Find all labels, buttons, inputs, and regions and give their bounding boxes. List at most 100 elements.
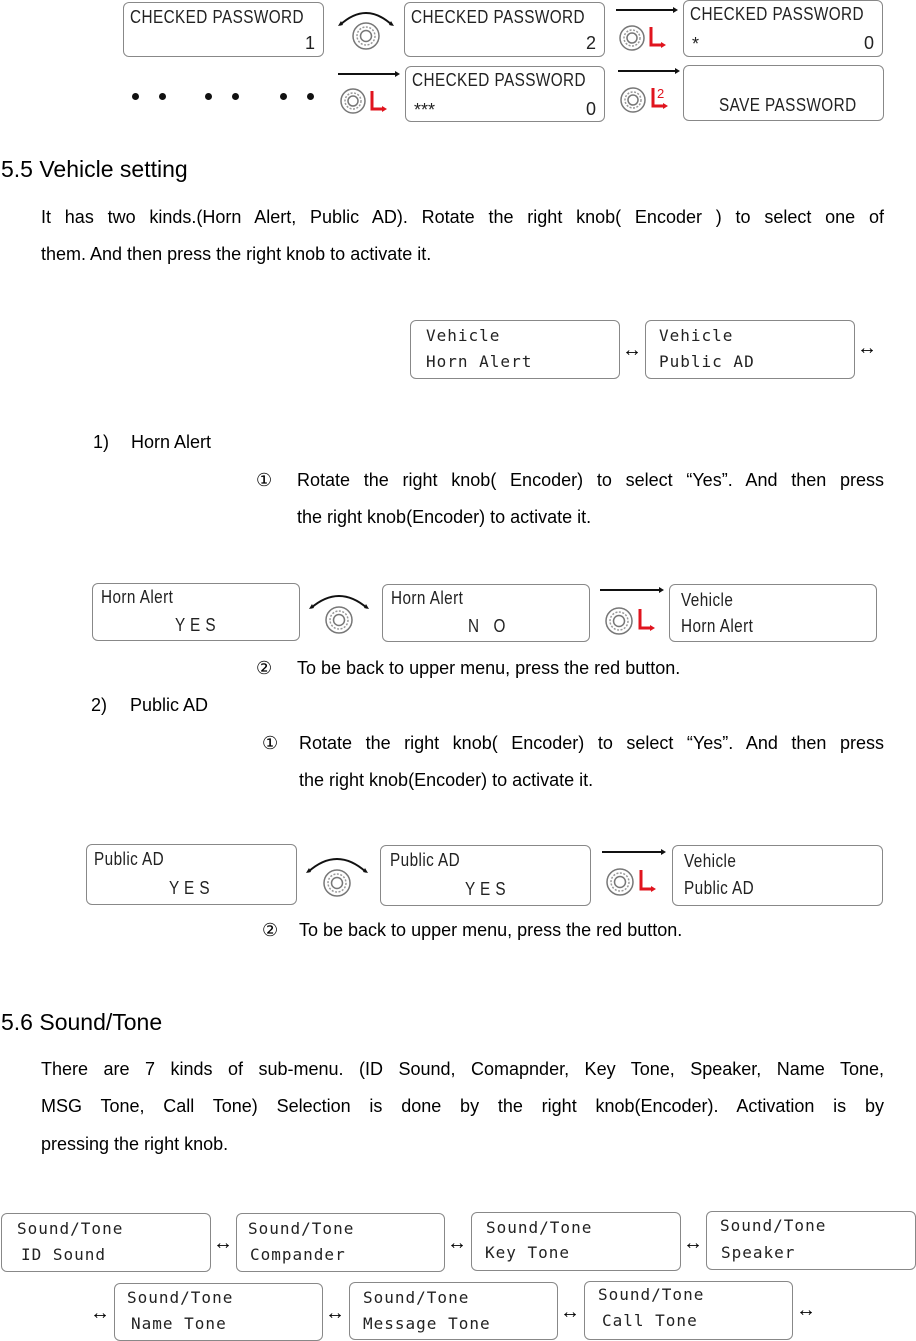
lcd-line2: SAVE PASSWORD — [719, 95, 857, 115]
cycle-arrow-icon: ↔ — [560, 1301, 580, 1323]
lcd-line1: Public AD — [390, 850, 461, 870]
lcd-screen-sound-tone-call-tone: Sound/Tone Call Tone — [584, 1281, 793, 1340]
lcd-screen-public-ad-yes-2: Public AD Y E S — [380, 845, 591, 906]
lcd-line1: Vehicle — [659, 326, 734, 345]
lcd-line2: Y E S — [175, 615, 216, 635]
paragraph-line: pressing the right knob. — [41, 1134, 229, 1154]
lcd-screen-horn-alert-no: Horn Alert N O — [382, 584, 590, 642]
paragraph-line: the right knob(Encoder) to activate it. — [299, 770, 594, 790]
list-title: Public AD — [130, 695, 209, 715]
rotate-knob-icon — [338, 12, 394, 50]
lcd-line1: CHECKED PASSWORD — [411, 7, 585, 27]
lcd-screen-sound-tone-key-tone: Sound/Tone Key Tone — [471, 1212, 681, 1271]
step-marker: ① — [256, 470, 273, 490]
section-heading-sound-tone: 5.6 Sound/Tone — [1, 1009, 163, 1035]
paragraph-line: There are 7 kinds of sub-menu. (ID Sound… — [41, 1059, 884, 1079]
lcd-line2: Y E S — [465, 879, 506, 899]
paragraph-line: them. And then press the right knob to a… — [41, 244, 432, 264]
lcd-line1: Sound/Tone — [363, 1288, 470, 1307]
lcd-line2: Public AD — [659, 352, 755, 371]
lcd-screen-sound-tone-compander: Sound/Tone Compander — [236, 1213, 445, 1272]
press-knob-icon — [602, 849, 666, 896]
paragraph-line: To be back to upper menu, press the red … — [297, 658, 681, 678]
svg-text:2: 2 — [657, 86, 664, 101]
lcd-line2: ID Sound — [21, 1245, 107, 1264]
step-marker: ① — [262, 733, 279, 753]
lcd-line1: Sound/Tone — [17, 1219, 124, 1238]
paragraph-line: It has two kinds.(Horn Alert, Public AD)… — [41, 207, 884, 227]
long-press-knob-icon: 2 — [618, 68, 680, 113]
press-knob-icon — [616, 7, 678, 51]
lcd-line1: Horn Alert — [101, 587, 174, 607]
list-title: Horn Alert — [131, 432, 212, 452]
paragraph-line: Rotate the right knob( Encoder) to selec… — [297, 470, 884, 490]
section-heading-vehicle-setting: 5.5 Vehicle setting — [1, 156, 188, 182]
lcd-line2: Compander — [250, 1245, 346, 1264]
lcd-line2: N O — [468, 616, 506, 636]
step-marker: ② — [256, 658, 273, 678]
cycle-arrow-icon: ↔ — [683, 1232, 703, 1254]
cycle-arrow-icon: ↔ — [622, 339, 642, 361]
lcd-line2: Y E S — [169, 878, 210, 898]
cycle-arrow-icon: ↔ — [857, 337, 877, 359]
lcd-line1: Public AD — [94, 849, 165, 869]
cycle-arrow-icon: ↔ — [796, 1299, 816, 1321]
lcd-line2: Call Tone — [602, 1311, 698, 1330]
lcd-value: 0 — [863, 33, 874, 53]
press-knob-icon — [600, 587, 664, 635]
cycle-arrow-icon: ↔ — [213, 1232, 233, 1254]
lcd-line1: Vehicle — [681, 590, 734, 610]
lcd-value: 0 — [585, 99, 596, 119]
cycle-arrow-icon: ↔ — [447, 1232, 467, 1254]
lcd-line2: Message Tone — [363, 1314, 491, 1333]
lcd-line1: CHECKED PASSWORD — [130, 7, 304, 27]
lcd-line1: Sound/Tone — [720, 1216, 827, 1235]
lcd-line1: Vehicle — [684, 851, 737, 871]
lcd-screen-public-ad-yes: Public AD Y E S — [86, 844, 297, 905]
lcd-line1: CHECKED PASSWORD — [690, 4, 864, 24]
lcd-line2: Horn Alert — [426, 352, 533, 371]
lcd-screen-save-password: SAVE PASSWORD — [683, 65, 884, 121]
lcd-line2: Horn Alert — [681, 616, 754, 636]
lcd-screen-sound-tone-speaker: Sound/Tone Speaker — [706, 1211, 916, 1270]
lcd-line1: Vehicle — [426, 326, 501, 345]
lcd-line2: Key Tone — [485, 1243, 571, 1262]
paragraph-line: To be back to upper menu, press the red … — [299, 920, 683, 940]
paragraph-line: the right knob(Encoder) to activate it. — [297, 507, 592, 527]
lcd-entry: *** — [414, 100, 436, 120]
lcd-screen-horn-alert-yes: Horn Alert Y E S — [92, 583, 300, 641]
step-marker: ② — [262, 920, 279, 940]
lcd-screen-password-1: CHECKED PASSWORD 1 — [123, 2, 324, 57]
lcd-line2: Name Tone — [131, 1314, 227, 1333]
cycle-arrow-icon: ↔ — [325, 1302, 345, 1324]
list-number: 2) — [91, 695, 108, 715]
lcd-screen-sound-tone-message-tone: Sound/Tone Message Tone — [349, 1282, 558, 1340]
rotate-knob-icon — [306, 858, 368, 897]
list-number: 1) — [93, 432, 110, 452]
press-knob-icon — [338, 71, 400, 114]
lcd-line2: Public AD — [684, 878, 755, 898]
lcd-screen-password-4: CHECKED PASSWORD *** 0 — [405, 66, 605, 122]
lcd-value: 1 — [304, 33, 315, 53]
lcd-screen-vehicle-public-ad-return: Vehicle Public AD — [672, 845, 883, 906]
cycle-arrow-icon: ↔ — [90, 1302, 110, 1324]
lcd-line2: Speaker — [721, 1243, 796, 1262]
lcd-screen-sound-tone-name-tone: Sound/Tone Name Tone — [114, 1283, 323, 1341]
lcd-screen-vehicle-public-ad: Vehicle Public AD — [645, 320, 855, 379]
rotate-knob-icon — [309, 595, 369, 634]
lcd-screen-vehicle-horn-alert: Vehicle Horn Alert — [410, 320, 620, 379]
lcd-line1: Horn Alert — [391, 588, 464, 608]
lcd-line1: Sound/Tone — [598, 1285, 705, 1304]
lcd-line1: CHECKED PASSWORD — [412, 70, 586, 90]
lcd-screen-password-3: CHECKED PASSWORD * 0 — [683, 0, 883, 57]
lcd-line1: Sound/Tone — [248, 1219, 355, 1238]
lcd-entry: * — [692, 34, 700, 54]
lcd-line1: Sound/Tone — [127, 1288, 234, 1307]
lcd-line1: Sound/Tone — [486, 1218, 593, 1237]
paragraph-line: Rotate the right knob( Encoder) to selec… — [299, 733, 884, 753]
lcd-screen-password-2: CHECKED PASSWORD 2 — [404, 2, 605, 57]
lcd-value: 2 — [585, 33, 596, 53]
lcd-screen-vehicle-horn-alert-return: Vehicle Horn Alert — [669, 584, 877, 642]
lcd-screen-sound-tone-id-sound: Sound/Tone ID Sound — [1, 1213, 211, 1272]
paragraph-line: MSG Tone, Call Tone) Selection is done b… — [41, 1096, 884, 1116]
